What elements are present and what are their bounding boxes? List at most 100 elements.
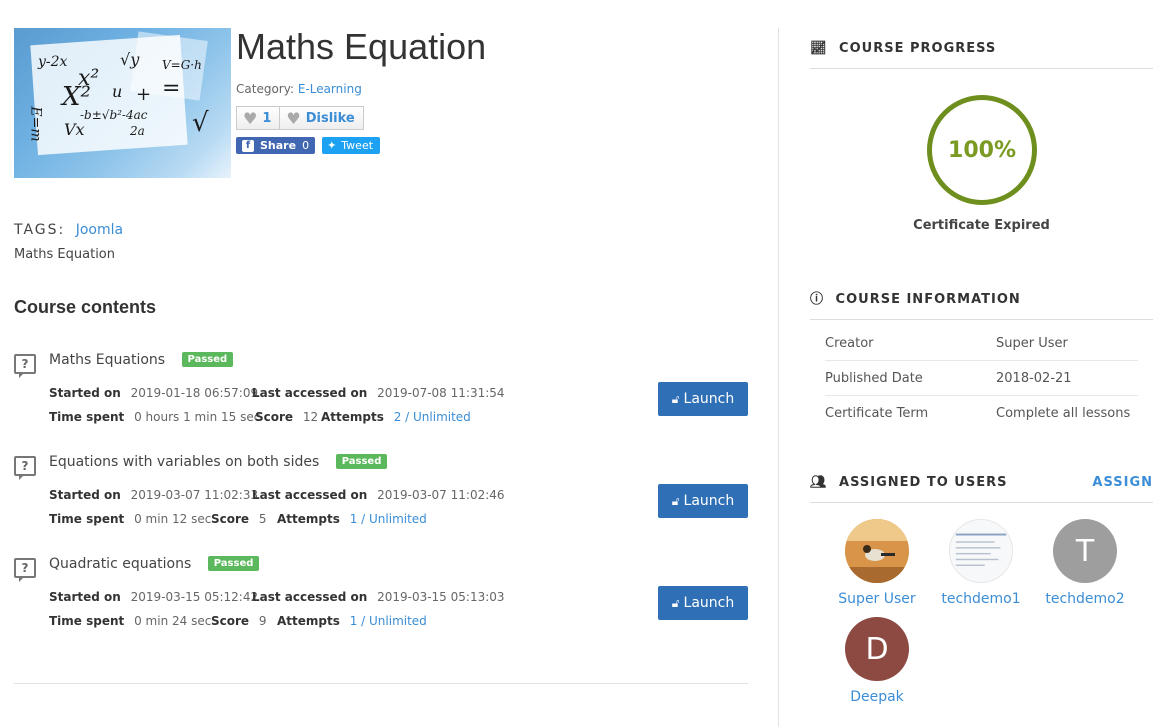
equation-text: √y xyxy=(120,50,140,69)
social-share: f Share 0 ✦ Tweet xyxy=(236,137,381,154)
lesson-time-spent: Time spent 0 min 24 sec xyxy=(49,614,211,628)
category-label: Category: xyxy=(236,82,294,96)
lesson-last-accessed: Last accessed on 2019-07-08 11:31:54 xyxy=(252,386,505,400)
score-label: Score xyxy=(211,512,250,526)
lesson-attempts: Attempts 1 / Unlimited xyxy=(277,614,427,628)
course-image: y-2x x² √y V=G·h X² u + = -b±√b²-4ac 2a … xyxy=(14,28,231,178)
time-spent-label: Time spent xyxy=(49,614,125,628)
dislike-button[interactable]: ♥ Dislike xyxy=(280,106,364,130)
started-value: 2019-03-15 05:12:42 xyxy=(130,590,259,604)
quiz-icon: ? xyxy=(14,558,36,582)
lesson-last-accessed: Last accessed on 2019-03-15 05:13:03 xyxy=(252,590,505,604)
launch-button[interactable]: 🔓︎ Launch xyxy=(658,586,748,620)
like-button[interactable]: ♥ 1 xyxy=(236,106,281,130)
lesson-name[interactable]: Maths Equations xyxy=(49,352,165,368)
lesson-score: Score 9 xyxy=(211,614,267,628)
tweet-button[interactable]: ✦ Tweet xyxy=(322,137,381,154)
info-value: 2018-02-21 xyxy=(996,371,1072,386)
last-accessed-value: 2019-07-08 11:31:54 xyxy=(377,386,505,400)
tags-row: TAGS: Joomla xyxy=(14,222,123,238)
last-accessed-label: Last accessed on xyxy=(252,488,368,502)
lesson-title: Quadratic equations Passed xyxy=(49,556,260,572)
users-icon: 👥︎ xyxy=(810,475,828,490)
started-label: Started on xyxy=(49,488,121,502)
quiz-icon: ? xyxy=(14,354,36,378)
status-badge: Passed xyxy=(181,352,234,367)
score-value: 12 xyxy=(302,410,319,424)
avatar-photo xyxy=(845,519,909,583)
course-info-table: Creator Super User Published Date 2018-0… xyxy=(810,326,1153,431)
lesson-title: Maths Equations Passed xyxy=(49,352,234,368)
tag-subtitle: Maths Equation xyxy=(14,247,115,262)
assign-link[interactable]: ASSIGN xyxy=(1092,475,1153,490)
column-divider xyxy=(778,28,779,727)
equation-text: Vx xyxy=(64,120,85,139)
heart-icon: ♥ xyxy=(243,108,258,128)
broken-heart-icon: ♥ xyxy=(286,108,301,128)
launch-label: Launch xyxy=(683,595,735,611)
lesson-item: ? Maths Equations Passed Started on 2019… xyxy=(14,350,748,440)
last-accessed-value: 2019-03-07 11:02:46 xyxy=(377,488,505,502)
info-value: Complete all lessons xyxy=(996,406,1131,421)
user-card[interactable]: techdemo1 xyxy=(931,519,1031,607)
time-spent-value: 0 min 24 sec xyxy=(134,614,212,628)
twitter-icon: ✦ xyxy=(327,139,337,152)
score-value: 5 xyxy=(258,512,267,526)
like-buttons: ♥ 1 ♥ Dislike xyxy=(236,106,364,130)
course-title: Maths Equation xyxy=(236,26,487,67)
avatar xyxy=(845,519,909,583)
launch-label: Launch xyxy=(683,391,735,407)
lesson-score: Score 12 xyxy=(255,410,318,424)
course-category: Category: E-Learning xyxy=(236,82,362,96)
lesson-name[interactable]: Equations with variables on both sides xyxy=(49,454,319,470)
user-card[interactable]: T techdemo2 xyxy=(1035,519,1135,607)
category-link[interactable]: E-Learning xyxy=(298,82,362,96)
like-count: 1 xyxy=(262,110,272,126)
divider xyxy=(14,683,748,684)
lesson-started: Started on 2019-03-15 05:12:42 xyxy=(49,590,258,604)
last-accessed-value: 2019-03-15 05:13:03 xyxy=(377,590,505,604)
course-progress-heading: 📈︎ COURSE PROGRESS xyxy=(810,41,1153,69)
started-label: Started on xyxy=(49,590,121,604)
course-contents-heading: Course contents xyxy=(14,297,157,317)
unlock-icon: 🔓︎ xyxy=(671,391,680,406)
user-name[interactable]: Deepak xyxy=(827,689,927,705)
time-spent-label: Time spent xyxy=(49,512,125,526)
user-card[interactable]: D Deepak xyxy=(827,617,927,705)
time-spent-value: 0 min 12 sec xyxy=(134,512,212,526)
line-chart-icon: 📈︎ xyxy=(810,41,828,56)
share-count: 0 xyxy=(302,139,310,152)
avatar-screenshot xyxy=(950,520,1012,582)
user-card[interactable]: Super User xyxy=(827,519,927,607)
equation-text: 2a xyxy=(130,124,145,138)
equation-text: + xyxy=(136,84,152,105)
last-accessed-label: Last accessed on xyxy=(252,590,368,604)
quiz-icon: ? xyxy=(14,456,36,480)
launch-button[interactable]: 🔓︎ Launch xyxy=(658,382,748,416)
tweet-label: Tweet xyxy=(341,139,374,152)
time-spent-label: Time spent xyxy=(49,410,125,424)
user-name[interactable]: techdemo2 xyxy=(1035,591,1135,607)
started-value: 2019-03-07 11:02:33 xyxy=(130,488,259,502)
time-spent-value: 0 hours 1 min 15 sec xyxy=(134,410,261,424)
lesson-name[interactable]: Quadratic equations xyxy=(49,556,191,572)
avatar-initial: T xyxy=(1075,533,1095,569)
assigned-users-title: ASSIGNED TO USERS xyxy=(839,475,1008,490)
attempts-link[interactable]: 1 / Unlimited xyxy=(350,614,427,628)
certificate-status: Certificate Expired xyxy=(913,218,1050,233)
share-label: Share xyxy=(260,139,297,152)
attempts-link[interactable]: 2 / Unlimited xyxy=(394,410,471,424)
lesson-time-spent: Time spent 0 min 12 sec xyxy=(49,512,211,526)
lesson-attempts: Attempts 2 / Unlimited xyxy=(321,410,471,424)
user-name[interactable]: Super User xyxy=(827,591,927,607)
facebook-share-button[interactable]: f Share 0 xyxy=(236,137,316,154)
user-name[interactable]: techdemo1 xyxy=(931,591,1031,607)
info-key: Published Date xyxy=(825,371,923,386)
info-value: Super User xyxy=(996,336,1068,351)
launch-button[interactable]: 🔓︎ Launch xyxy=(658,484,748,518)
unlock-icon: 🔓︎ xyxy=(671,493,680,508)
attempts-link[interactable]: 1 / Unlimited xyxy=(350,512,427,526)
avatar-initial: D xyxy=(865,631,889,667)
tag-link[interactable]: Joomla xyxy=(76,222,123,238)
info-row-creator: Creator Super User xyxy=(825,326,1138,361)
